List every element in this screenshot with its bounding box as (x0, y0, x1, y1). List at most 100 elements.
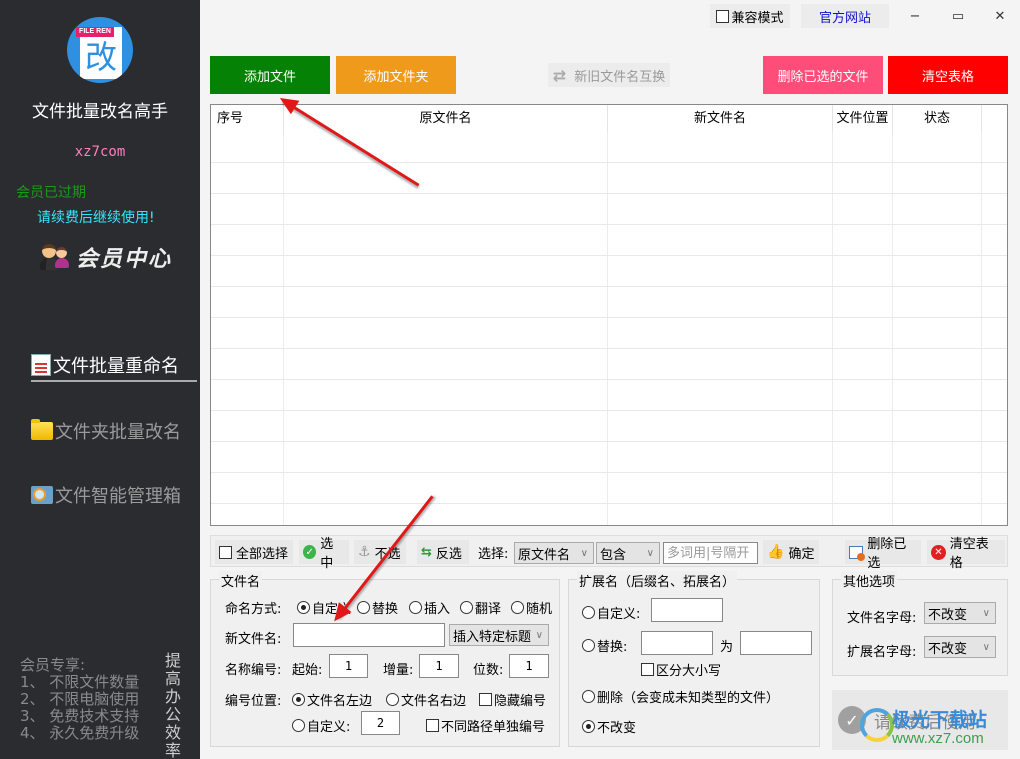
table-cell (284, 411, 608, 441)
column-header-location[interactable]: 文件位置 (833, 105, 893, 132)
confirm-button[interactable]: 👍 确定 (763, 540, 819, 564)
add-folder-button[interactable]: 添加文件夹 (336, 56, 456, 94)
renew-prompt[interactable]: 请续费后继续使用! (37, 207, 155, 227)
invert-selection-button[interactable]: ⇆ 反选 (417, 540, 469, 564)
ext-case-select[interactable]: 不改变 ∨ (924, 636, 996, 658)
table-row[interactable] (211, 380, 1007, 411)
filter-field-select[interactable]: 原文件名 ∨ (514, 542, 594, 564)
per-path-numbering-checkbox[interactable]: 不同路径单独编号 (426, 716, 545, 735)
filename-group: 文件名 命名方式: 自定义 替换 插入 翻译 随机 新文件名: 插入特定标题 ∨… (210, 571, 560, 747)
logo-tag: FILE REN (76, 27, 114, 37)
nav-smart-file-manager[interactable]: 文件智能管理箱 (31, 482, 181, 508)
radio-label: 替换 (372, 602, 399, 617)
mode-radio-insert[interactable]: 插入 (409, 598, 450, 617)
delete-selected-files-button[interactable]: 删除已选的文件 (763, 56, 883, 94)
position-radio-custom[interactable]: 自定义: (292, 716, 350, 735)
start-input[interactable]: 1 (329, 654, 368, 678)
ext-radio-replace[interactable]: 替换: (582, 636, 627, 655)
close-button[interactable]: ✕ (985, 4, 1015, 28)
table-row[interactable] (211, 504, 1007, 525)
column-header-status[interactable]: 状态 (893, 105, 982, 132)
ext-radio-unchanged[interactable]: 不改变 (582, 717, 636, 736)
digits-input[interactable]: 1 (509, 654, 549, 678)
window-delete-icon (849, 545, 866, 561)
step-label: 增量: (383, 663, 414, 678)
official-site-link[interactable]: 官方网站 (801, 4, 889, 28)
compat-mode-checkbox[interactable]: 兼容模式 (710, 4, 790, 28)
table-row[interactable] (211, 318, 1007, 349)
nav-batch-rename-files[interactable]: 文件批量重命名 (31, 352, 197, 382)
filter-field-value: 原文件名 (518, 547, 571, 563)
table-row[interactable] (211, 194, 1007, 225)
table-cell (608, 287, 833, 317)
table-row[interactable] (211, 163, 1007, 194)
step-input[interactable]: 1 (419, 654, 459, 678)
column-header-original-name[interactable]: 原文件名 (284, 105, 608, 132)
app-logo: FILE REN 改 (67, 17, 133, 83)
ext-replace-from-input[interactable] (641, 631, 713, 655)
table-cell (833, 349, 893, 379)
radio-icon (582, 606, 595, 619)
clear-table-small-button[interactable]: ✕ 清空表格 (927, 537, 1005, 571)
table-cell (893, 318, 982, 348)
table-row[interactable] (211, 349, 1007, 380)
ext-radio-delete[interactable]: 删除（会变成未知类型的文件） (582, 687, 779, 706)
table-row[interactable] (211, 287, 1007, 318)
table-cell (284, 163, 608, 193)
chevron-down-icon: ∨ (580, 547, 588, 559)
ext-radio-custom[interactable]: 自定义: (582, 603, 640, 622)
insert-title-select[interactable]: 插入特定标题 ∨ (449, 624, 549, 646)
ext-custom-input[interactable] (651, 598, 723, 622)
other-options-group: 其他选项 文件名字母: 不改变 ∨ 扩展名字母: 不改变 ∨ (832, 571, 1008, 676)
clear-table-button[interactable]: 清空表格 (888, 56, 1008, 94)
table-row[interactable] (211, 256, 1007, 287)
minimize-button[interactable]: − (900, 4, 930, 28)
select-button[interactable]: ✓ 选中 (299, 537, 349, 571)
radio-label: 自定义: (307, 720, 351, 735)
table-cell (893, 504, 982, 525)
table-cell (608, 318, 833, 348)
users-icon (40, 242, 70, 272)
column-header-new-name[interactable]: 新文件名 (608, 105, 833, 132)
column-header-index[interactable]: 序号 (211, 105, 284, 132)
hide-number-checkbox[interactable]: 隐藏编号 (479, 690, 546, 709)
new-name-input[interactable] (293, 623, 445, 647)
swap-names-button[interactable]: ⇄ 新旧文件名互换 (548, 63, 670, 87)
mode-radio-replace[interactable]: 替换 (357, 598, 398, 617)
table-cell (893, 225, 982, 255)
nav-batch-rename-folders[interactable]: 文件夹批量改名 (31, 418, 181, 444)
table-cell (833, 194, 893, 224)
start-rename-button[interactable]: ✓ 请续费后使用 (832, 690, 1008, 750)
file-table[interactable]: 序号 原文件名 新文件名 文件位置 状态 (210, 104, 1008, 526)
maximize-button[interactable]: ▭ (943, 4, 973, 28)
mode-radio-translate[interactable]: 翻译 (460, 598, 501, 617)
folder-icon (31, 419, 53, 440)
filter-mode-select[interactable]: 包含 ∨ (596, 542, 660, 564)
nav-label: 文件夹批量改名 (55, 422, 181, 443)
delete-selected-button[interactable]: 删除已选 (845, 537, 921, 571)
table-row[interactable] (211, 411, 1007, 442)
radio-icon (582, 720, 595, 733)
compat-mode-label: 兼容模式 (731, 10, 784, 26)
mode-radio-random[interactable]: 随机 (511, 598, 552, 617)
position-radio-right[interactable]: 文件名右边 (386, 690, 466, 709)
member-center-button[interactable]: 会员中心 (40, 240, 172, 274)
table-cell (833, 132, 893, 162)
case-sensitive-checkbox[interactable]: 区分大小写 (641, 660, 721, 679)
table-cell (608, 504, 833, 525)
keyword-input[interactable] (663, 542, 758, 564)
app-title: 文件批量改名高手 (32, 102, 168, 122)
radio-label: 文件名右边 (401, 694, 467, 709)
ext-replace-to-input[interactable] (740, 631, 812, 655)
position-radio-left[interactable]: 文件名左边 (292, 690, 372, 709)
filename-case-select[interactable]: 不改变 ∨ (924, 602, 996, 624)
custom-position-input[interactable]: 2 (361, 711, 400, 735)
table-row[interactable] (211, 225, 1007, 256)
add-file-button[interactable]: 添加文件 (210, 56, 330, 94)
select-all-checkbox[interactable]: 全部选择 (215, 540, 293, 564)
table-row[interactable] (211, 442, 1007, 473)
table-row[interactable] (211, 132, 1007, 163)
table-row[interactable] (211, 473, 1007, 504)
table-cell (893, 380, 982, 410)
table-cell (893, 194, 982, 224)
